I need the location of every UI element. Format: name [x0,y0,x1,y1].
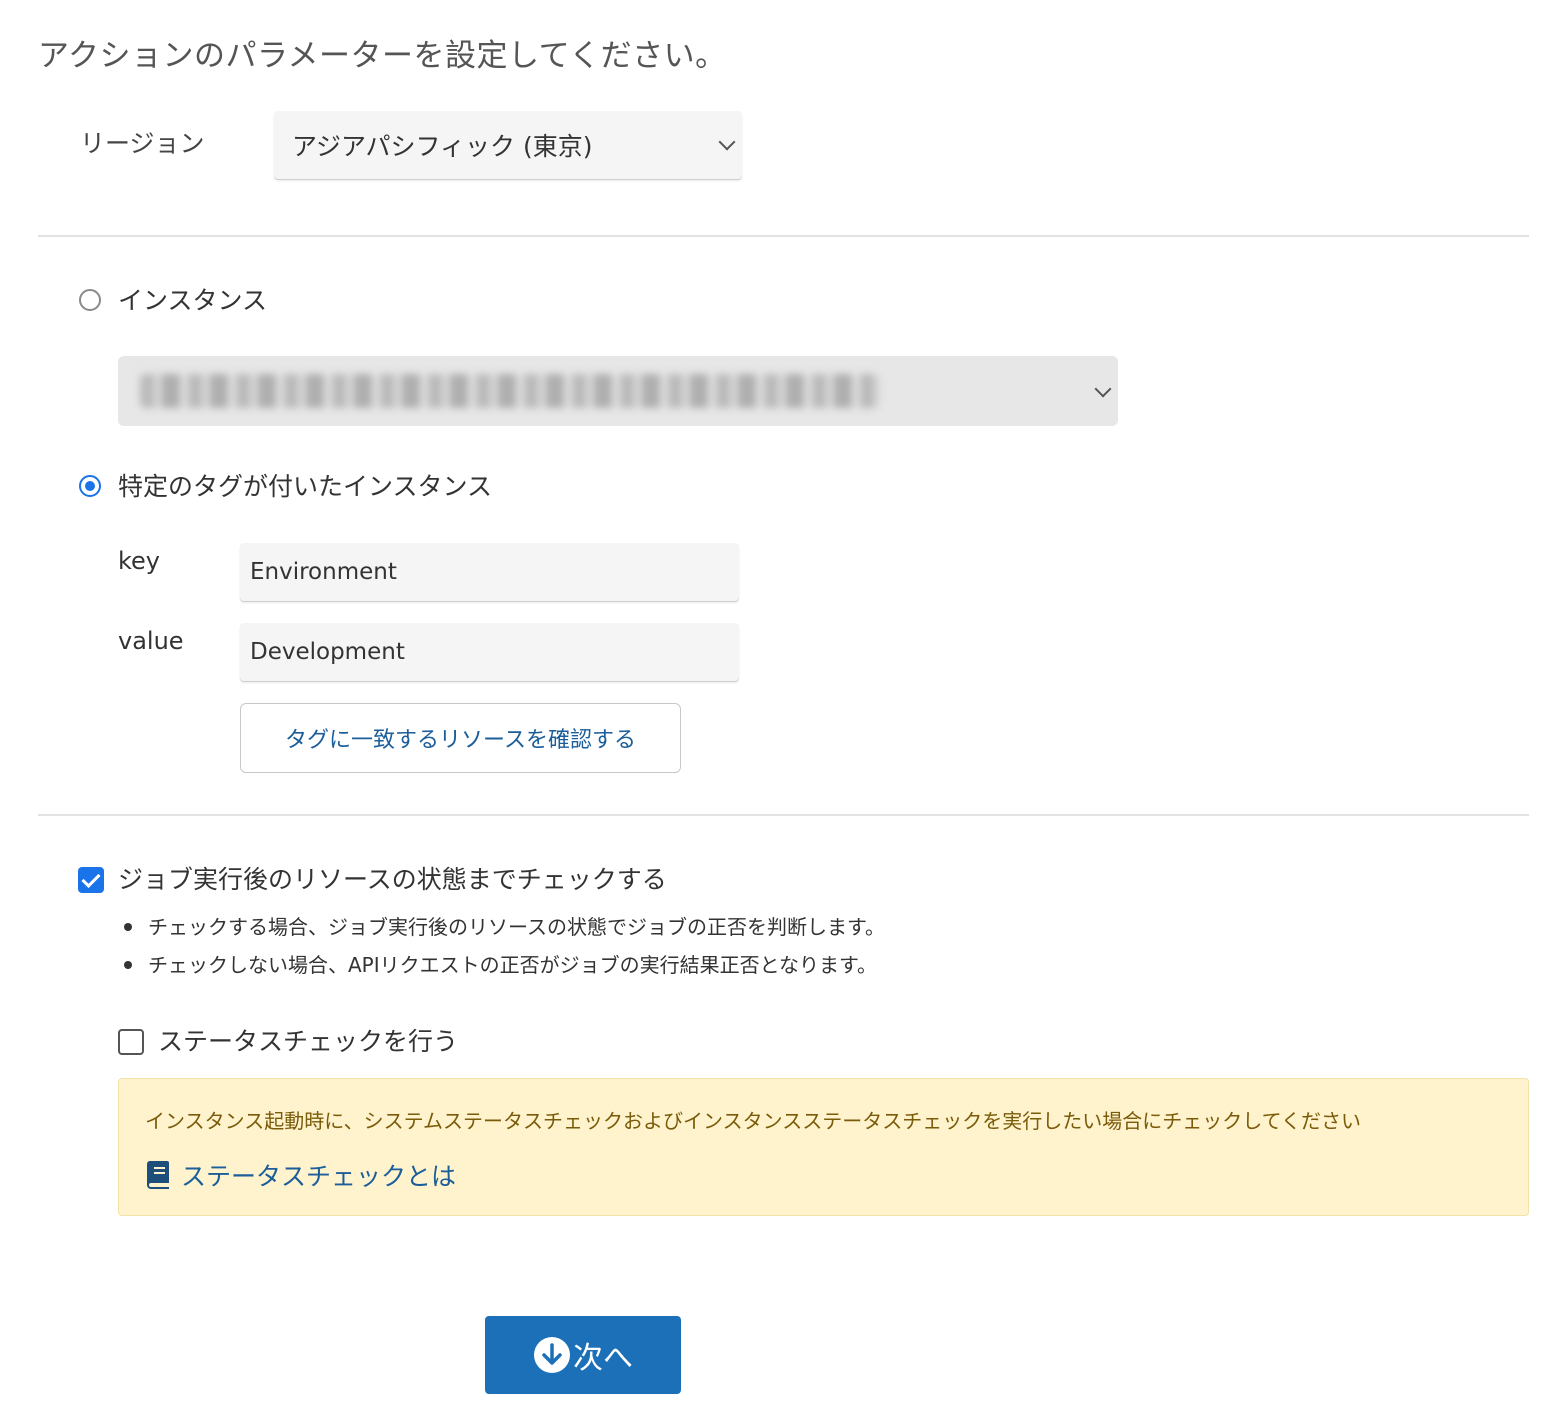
tag-value-input[interactable] [240,623,739,681]
check-matching-resources-button[interactable]: タグに一致するリソースを確認する [240,703,681,773]
status-check-help-link[interactable]: ステータスチェックとは [145,1157,456,1193]
chevron-down-icon [1094,380,1112,398]
next-button[interactable]: 次へ [485,1316,681,1394]
status-check-notice: インスタンス起動時に、システムステータスチェックおよびインスタンスステータスチェ… [118,1078,1529,1216]
next-button-label: 次へ [573,1341,633,1376]
list-item: チェックしない場合、APIリクエストの正否がジョブの実行結果正否となります。 [124,946,885,984]
status-check-checkbox[interactable] [118,1029,144,1055]
status-check-label: ステータスチェックを行う [158,1027,459,1056]
region-select[interactable]: アジアパシフィック (東京) [274,111,742,179]
section-divider [38,814,1529,816]
tag-key-label: key [118,547,161,575]
page-title: アクションのパラメーターを設定してください。 [38,38,727,74]
region-label: リージョン [80,129,205,158]
arrow-down-circle-icon [534,1337,570,1373]
instance-option-label: インスタンス [118,286,268,315]
resource-check-notes: チェックする場合、ジョブ実行後のリソースの状態でジョブの正否を判断します。 チェ… [124,908,885,984]
tag-radio[interactable] [79,475,101,497]
resource-state-checkbox[interactable] [78,867,104,893]
instance-radio[interactable] [79,289,101,311]
resource-state-label: ジョブ実行後のリソースの状態までチェックする [118,865,667,894]
instance-select-value-blurred [140,374,880,408]
tag-value-label: value [118,627,184,655]
list-item: チェックする場合、ジョブ実行後のリソースの状態でジョブの正否を判断します。 [124,908,885,946]
book-icon [146,1161,169,1189]
section-divider [38,235,1529,237]
status-check-link-label[interactable]: ステータスチェックとは [181,1157,456,1193]
notice-text: インスタンス起動時に、システムステータスチェックおよびインスタンスステータスチェ… [145,1109,1361,1133]
region-select-value: アジアパシフィック (東京) [292,132,593,161]
tag-option-label: 特定のタグが付いたインスタンス [118,472,493,501]
chevron-down-icon [718,133,736,151]
instance-select[interactable] [118,356,1118,426]
tag-key-input[interactable] [240,543,739,601]
